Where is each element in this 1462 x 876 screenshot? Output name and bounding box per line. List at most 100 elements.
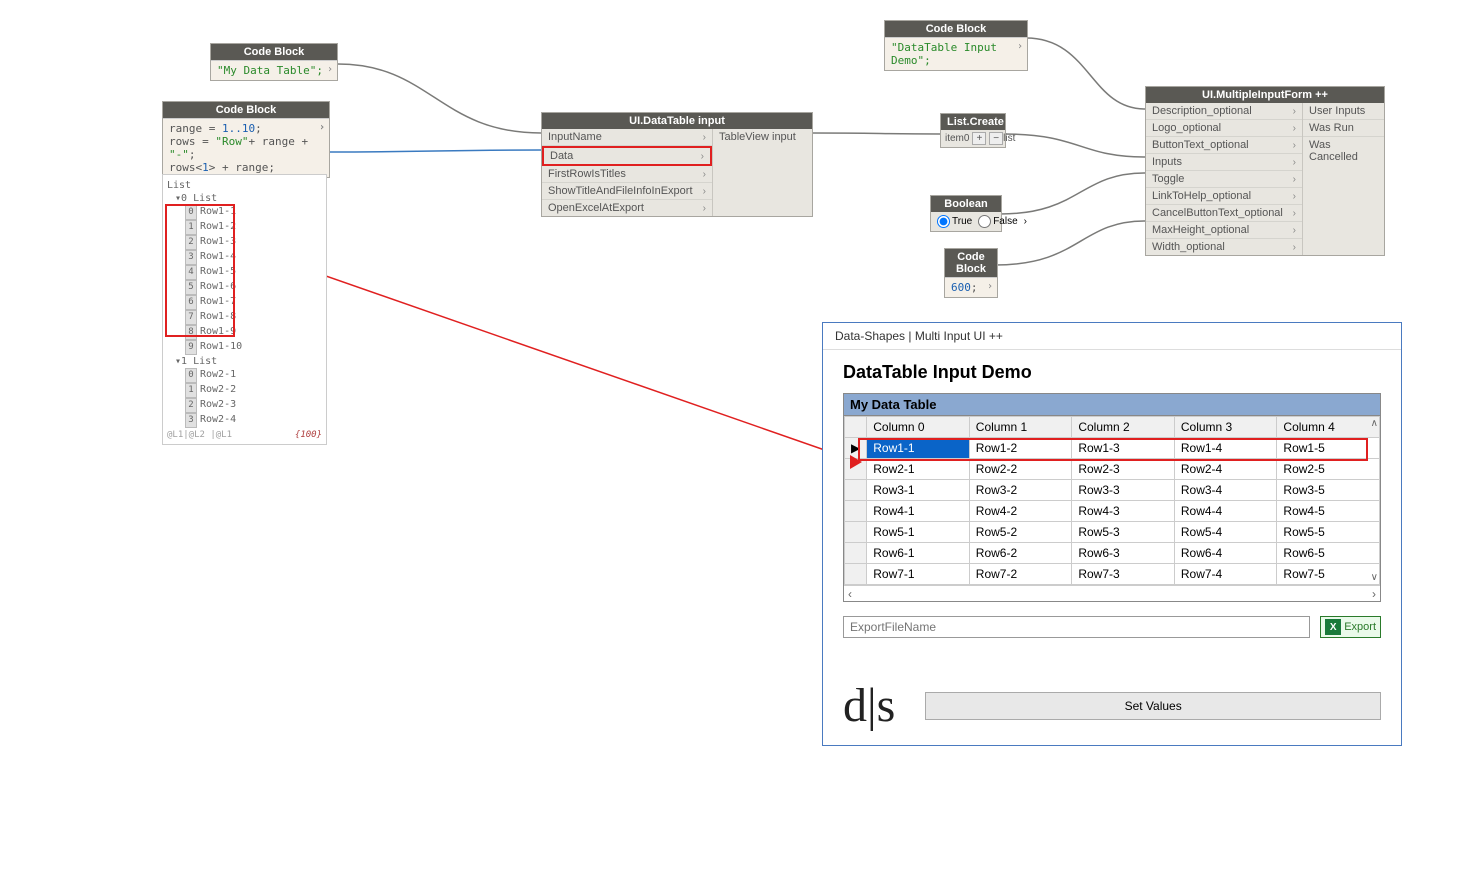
table-cell[interactable]: Row2-1 — [867, 459, 970, 480]
table-cell[interactable]: Row6-4 — [1174, 543, 1277, 564]
table-cell[interactable]: Row3-1 — [867, 480, 970, 501]
node-code-block-600[interactable]: Code Block 600;› — [944, 248, 998, 298]
port-item0[interactable]: item0 — [945, 133, 969, 144]
dialog-heading: DataTable Input Demo — [843, 362, 1381, 383]
table-cell[interactable]: Row4-1 — [867, 501, 970, 522]
node-header: Code Block — [163, 102, 329, 118]
node-datatable-input[interactable]: UI.DataTable input InputName› Data› Firs… — [541, 112, 813, 217]
port-inputname[interactable]: InputName› — [542, 129, 712, 146]
node-code-block-range[interactable]: Code Block range = 1..10;› rows = "Row"+… — [162, 101, 330, 178]
table-cell[interactable]: Row6-1 — [867, 543, 970, 564]
table-cell[interactable]: Row5-2 — [969, 522, 1072, 543]
table-cell[interactable]: Row3-4 — [1174, 480, 1277, 501]
node-multiple-input-form[interactable]: UI.MultipleInputForm ++ Description_opti… — [1145, 86, 1385, 256]
export-button[interactable]: X Export — [1320, 616, 1381, 638]
table-cell[interactable]: Row6-5 — [1277, 543, 1380, 564]
excel-icon: X — [1325, 619, 1341, 635]
table-cell[interactable]: Row5-5 — [1277, 522, 1380, 543]
port-maxheight[interactable]: MaxHeight_optional› — [1146, 222, 1302, 239]
radio-false[interactable]: False — [978, 215, 1017, 228]
horizontal-scrollbar[interactable]: ‹› — [844, 585, 1380, 601]
data-table[interactable]: Column 0 Column 1 Column 2 Column 3 Colu… — [844, 416, 1380, 585]
table-row[interactable]: Row3-1Row3-2Row3-3Row3-4Row3-5 — [845, 480, 1380, 501]
port-list-output[interactable]: list — [1003, 133, 1015, 144]
code-block-body[interactable]: "My Data Table";› — [211, 60, 337, 80]
node-code-block-demo[interactable]: Code Block "DataTable Input Demo";› — [884, 20, 1028, 71]
table-cell[interactable]: Row4-2 — [969, 501, 1072, 522]
table-cell[interactable]: Row1-4 — [1174, 438, 1277, 459]
scroll-down-icon[interactable]: ∨ — [1371, 572, 1378, 583]
table-cell[interactable]: Row5-1 — [867, 522, 970, 543]
node-boolean[interactable]: Boolean True False › — [930, 195, 1002, 232]
table-cell[interactable]: Row1-5 — [1277, 438, 1380, 459]
scroll-left-icon[interactable]: ‹ — [848, 587, 852, 601]
table-row[interactable]: Row2-1Row2-2Row2-3Row2-4Row2-5 — [845, 459, 1380, 480]
table-cell[interactable]: Row6-3 — [1072, 543, 1175, 564]
port-toggle[interactable]: Toggle› — [1146, 171, 1302, 188]
port-openexcel[interactable]: OpenExcelAtExport› — [542, 200, 712, 216]
port-data[interactable]: Data› — [542, 146, 712, 166]
port-was-run[interactable]: Was Run — [1303, 120, 1384, 137]
port-user-inputs[interactable]: User Inputs — [1303, 103, 1384, 120]
table-cell[interactable]: Row5-4 — [1174, 522, 1277, 543]
table-row[interactable]: ▶Row1-1Row1-2Row1-3Row1-4Row1-5 — [845, 438, 1380, 459]
table-cell[interactable]: Row4-5 — [1277, 501, 1380, 522]
set-values-button[interactable]: Set Values — [925, 692, 1381, 720]
table-cell[interactable]: Row1-1 — [867, 438, 970, 459]
node-header: List.Create — [941, 114, 1005, 130]
table-cell[interactable]: Row4-4 — [1174, 501, 1277, 522]
port-buttontext[interactable]: ButtonText_optional› — [1146, 137, 1302, 154]
table-cell[interactable]: Row7-5 — [1277, 564, 1380, 585]
table-cell[interactable]: Row5-3 — [1072, 522, 1175, 543]
table-cell[interactable]: Row7-4 — [1174, 564, 1277, 585]
port-was-cancelled[interactable]: Was Cancelled — [1303, 137, 1384, 165]
chevron-right-icon: › — [327, 64, 333, 75]
logo: d|s — [843, 678, 895, 733]
port-inputs[interactable]: Inputs› — [1146, 154, 1302, 171]
code-block-body[interactable]: range = 1..10;› rows = "Row"+ range + "-… — [163, 118, 329, 177]
node-header: Code Block — [945, 249, 997, 277]
table-caption: My Data Table — [843, 393, 1381, 415]
table-cell[interactable]: Row3-3 — [1072, 480, 1175, 501]
remove-item-button[interactable]: − — [989, 132, 1003, 145]
port-linktohelp[interactable]: LinkToHelp_optional› — [1146, 188, 1302, 205]
table-cell[interactable]: Row7-3 — [1072, 564, 1175, 585]
col-header[interactable]: Column 3 — [1174, 417, 1277, 438]
table-cell[interactable]: Row2-5 — [1277, 459, 1380, 480]
node-header: UI.DataTable input — [542, 113, 812, 129]
col-header[interactable]: Column 4 — [1277, 417, 1380, 438]
col-header[interactable]: Column 1 — [969, 417, 1072, 438]
table-cell[interactable]: Row3-2 — [969, 480, 1072, 501]
table-cell[interactable]: Row3-5 — [1277, 480, 1380, 501]
add-item-button[interactable]: + — [972, 132, 986, 145]
port-cancelbuttontext[interactable]: CancelButtonText_optional› — [1146, 205, 1302, 222]
table-cell[interactable]: Row1-2 — [969, 438, 1072, 459]
table-cell[interactable]: Row7-2 — [969, 564, 1072, 585]
scroll-up-icon[interactable]: ∧ — [1371, 418, 1378, 429]
port-tableview-output[interactable]: TableView input — [713, 129, 812, 145]
table-cell[interactable]: Row2-3 — [1072, 459, 1175, 480]
table-cell[interactable]: Row4-3 — [1072, 501, 1175, 522]
table-cell[interactable]: Row7-1 — [867, 564, 970, 585]
scroll-right-icon[interactable]: › — [1372, 587, 1376, 601]
table-row[interactable]: Row6-1Row6-2Row6-3Row6-4Row6-5 — [845, 543, 1380, 564]
port-showtitle[interactable]: ShowTitleAndFileInfoInExport› — [542, 183, 712, 200]
node-code-block-title[interactable]: Code Block "My Data Table";› — [210, 43, 338, 81]
port-width[interactable]: Width_optional› — [1146, 239, 1302, 255]
table-row[interactable]: Row4-1Row4-2Row4-3Row4-4Row4-5 — [845, 501, 1380, 522]
table-cell[interactable]: Row2-4 — [1174, 459, 1277, 480]
port-description[interactable]: Description_optional› — [1146, 103, 1302, 120]
col-header[interactable]: Column 0 — [867, 417, 970, 438]
table-cell[interactable]: Row2-2 — [969, 459, 1072, 480]
node-list-create[interactable]: List.Create item0 + − list — [940, 113, 1006, 148]
table-cell[interactable]: Row1-3 — [1072, 438, 1175, 459]
port-firstrowistitles[interactable]: FirstRowIsTitles› — [542, 166, 712, 183]
radio-true[interactable]: True — [937, 215, 972, 228]
table-row[interactable]: Row7-1Row7-2Row7-3Row7-4Row7-5 — [845, 564, 1380, 585]
col-header[interactable]: Column 2 — [1072, 417, 1175, 438]
node-header: Code Block — [885, 21, 1027, 37]
table-cell[interactable]: Row6-2 — [969, 543, 1072, 564]
port-logo[interactable]: Logo_optional› — [1146, 120, 1302, 137]
export-filename-input[interactable] — [843, 616, 1310, 638]
table-row[interactable]: Row5-1Row5-2Row5-3Row5-4Row5-5 — [845, 522, 1380, 543]
